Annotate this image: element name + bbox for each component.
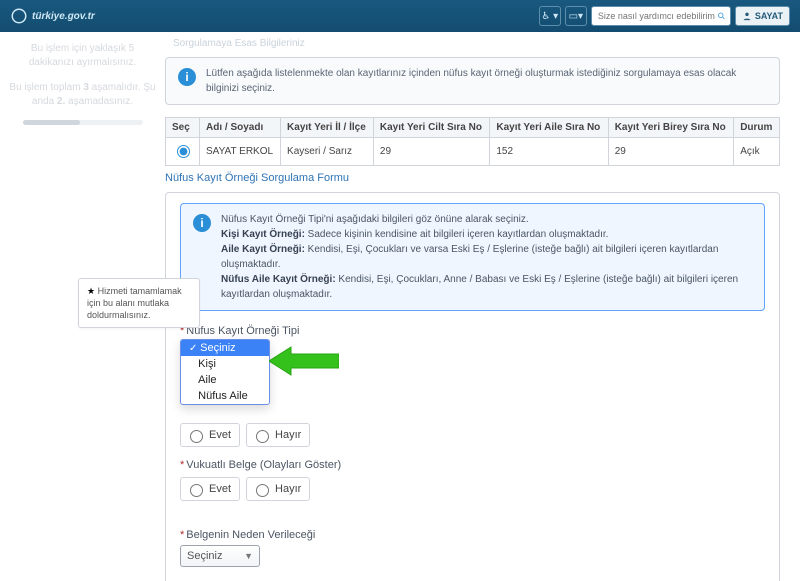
th-sec: Seç [166,118,200,138]
records-table: Seç Adı / Soyadı Kayıt Yeri İl / İlçe Ka… [165,117,780,166]
info-panel: i Lütfen aşağıda listelenmekte olan kayı… [165,57,780,105]
chevron-down-icon: ▼ [244,551,253,561]
cell-durum: Açık [734,138,780,166]
tip-option-nufusaile[interactable]: Nüfus Aile [181,388,269,404]
user-icon [742,11,752,21]
vukuat-hayir[interactable]: Hayır [246,477,310,501]
logo-glyph-icon [10,7,28,25]
row-select-radio[interactable] [177,145,190,158]
th-name: Adı / Soyadı [200,118,281,138]
label-neden: *Belgenin Neden Verileceği [180,529,765,541]
label-vukuat: *Vukuatlı Belge (Olayları Göster) [180,459,765,471]
desc-intro: Nüfus Kayıt Örneği Tipi'ni aşağıdaki bil… [221,212,752,227]
neden-select[interactable]: Seçiniz ▼ [180,545,260,567]
tip-option-aile[interactable]: Aile [181,372,269,388]
star-icon: ★ [87,286,95,296]
required-field-hint: ★ Hizmeti tamamlamak için bu alanı mutla… [78,278,200,328]
form-title: Nüfus Kayıt Örneği Sorgulama Formu [165,172,780,184]
cell-cilt: 29 [373,138,489,166]
tip-option-kisi[interactable]: Kişi [181,356,269,372]
accessibility-button[interactable]: ♿︎ ▾ [539,6,561,26]
cell-birey: 29 [608,138,733,166]
label-tip: *Nüfus Kayıt Örneği Tipi [180,325,765,337]
tip-select[interactable]: Seçiniz Kişi Aile Nüfus Aile [180,341,252,359]
cell-place: Kayseri / Sarız [281,138,374,166]
th-aile: Kayıt Yeri Aile Sıra No [490,118,608,138]
info-icon: i [178,68,196,86]
th-place: Kayıt Yeri İl / İlçe [281,118,374,138]
info-icon-2: i [193,214,211,232]
progress-bar [23,120,143,125]
contacts-button[interactable]: ▭▾ [565,6,587,26]
th-birey: Kayıt Yeri Birey Sıra No [608,118,733,138]
tip-option-seciniz[interactable]: Seçiniz [181,340,269,356]
header-search[interactable] [591,6,731,26]
tip-select-open-list: Seçiniz Kişi Aile Nüfus Aile [180,339,270,405]
table-row: SAYAT ERKOL Kayseri / Sarız 29 152 29 Aç… [166,138,780,166]
eskies-radiorow: Evet Hayır [180,423,765,447]
neden-value: Seçiniz [187,550,222,562]
info-text: Lütfen aşağıda listelenmekte olan kayıtl… [206,66,767,96]
cell-aile: 152 [490,138,608,166]
site-title: türkiye.gov.tr [32,11,95,22]
left-ghost-2: Bu işlem toplam 3 aşamalıdır. Şu anda 2.… [8,81,157,108]
search-input[interactable] [596,10,717,22]
cell-name: SAYAT ERKOL [200,138,281,166]
eskies-hayir[interactable]: Hayır [246,423,310,447]
type-description-panel: i Nüfus Kayıt Örneği Tipi'ni aşağıdaki b… [180,203,765,311]
th-durum: Durum [734,118,780,138]
eskies-evet[interactable]: Evet [180,423,240,447]
site-logo[interactable]: türkiye.gov.tr [10,7,95,25]
annotation-arrow-icon [269,344,339,378]
left-ghost-1: Bu işlem için yaklaşık 5 dakikanızı ayır… [8,42,157,69]
vukuat-radiorow: Evet Hayır [180,477,765,501]
th-cilt: Kayıt Yeri Cilt Sıra No [373,118,489,138]
form-box: i Nüfus Kayıt Örneği Tipi'ni aşağıdaki b… [165,192,780,581]
breadcrumb: Sorgulamaya Esas Bilgileriniz [173,38,780,49]
topbar: türkiye.gov.tr ♿︎ ▾ ▭▾ SAYAT [0,0,800,32]
vukuat-evet[interactable]: Evet [180,477,240,501]
search-icon [717,11,726,21]
user-name: SAYAT [755,11,783,21]
user-menu[interactable]: SAYAT [735,6,790,26]
